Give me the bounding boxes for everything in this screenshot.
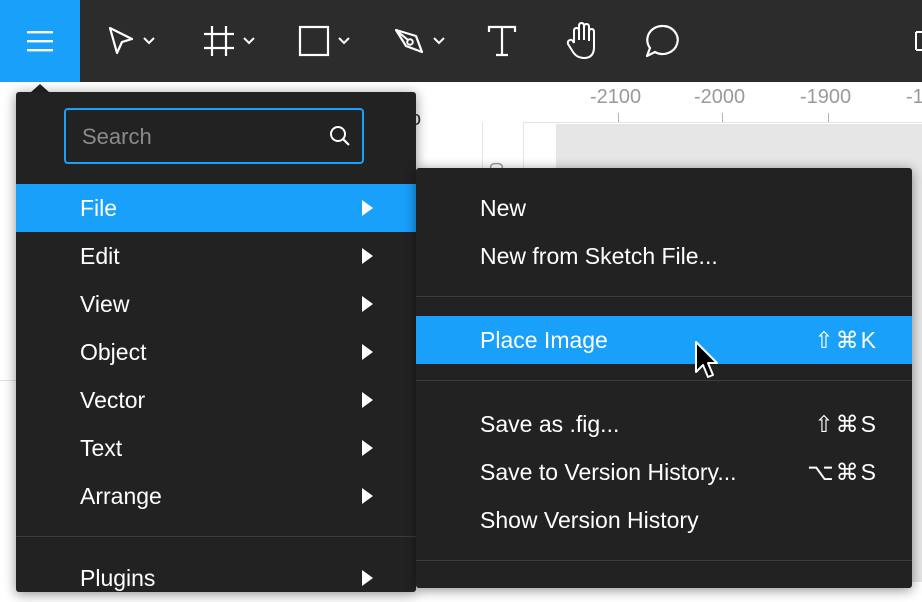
submenu-arrow-icon [362, 296, 373, 312]
keyboard-shortcut: ⌥⌘S [807, 458, 878, 485]
ruler-tick-label: -2000 [694, 86, 746, 108]
menu-search-box[interactable] [64, 108, 364, 164]
mouse-cursor-icon [695, 341, 718, 378]
hamburger-icon [27, 31, 53, 52]
submenu-arrow-icon [362, 570, 373, 586]
comment-tool[interactable] [644, 0, 682, 82]
menu-item-vector[interactable]: Vector [16, 376, 416, 424]
submenu-arrow-icon [362, 488, 373, 504]
menu-item-plugins[interactable]: Plugins [16, 554, 416, 602]
menu-item-label: View [80, 290, 130, 317]
menu-item-arrange[interactable]: Arrange [16, 472, 416, 520]
chevron-down-icon [433, 37, 445, 45]
menu-item-label: File [80, 194, 118, 221]
menu-item-label: Text [80, 434, 123, 461]
ruler-tick-mark [618, 113, 619, 122]
ruler-tick-mark [828, 113, 829, 122]
pen-tool[interactable] [392, 0, 446, 82]
submenu-item-place-image[interactable]: Place Image ⇧⌘K [416, 316, 912, 364]
submenu-arrow-icon [362, 248, 373, 264]
chevron-down-icon [243, 37, 255, 45]
keyboard-shortcut: ⇧⌘S [814, 410, 878, 437]
menu-item-view[interactable]: View [16, 280, 416, 328]
menu-item-object[interactable]: Object [16, 328, 416, 376]
submenu-item-save-as-fig[interactable]: Save as .fig... ⇧⌘S [416, 400, 912, 448]
frame-icon [204, 26, 234, 56]
submenu-item-label: Place Image [480, 326, 608, 353]
menu-item-label: Edit [80, 242, 120, 269]
rectangle-icon [298, 25, 330, 57]
file-submenu: New New from Sketch File... Place Image … [416, 168, 912, 588]
submenu-item-new[interactable]: New [416, 184, 912, 232]
search-input[interactable] [80, 110, 324, 164]
submenu-arrow-icon [362, 440, 373, 456]
submenu-arrow-icon [362, 392, 373, 408]
pointer-icon [108, 26, 134, 55]
horizontal-ruler: -2100 -2000 -1900 -1 [482, 82, 922, 123]
chevron-down-icon [338, 37, 350, 45]
menu-item-label: Vector [80, 386, 146, 413]
search-icon [330, 126, 350, 146]
comment-icon [645, 24, 679, 58]
submenu-item-label: New [480, 194, 527, 221]
toolbar-more-icon[interactable] [912, 0, 922, 82]
submenu-item-label: New from Sketch File... [480, 242, 718, 269]
frame-tool[interactable] [202, 0, 256, 82]
ruler-tick-label: -1900 [800, 86, 852, 108]
menu-item-text[interactable]: Text [16, 424, 416, 472]
submenu-arrow-icon [362, 344, 373, 360]
text-icon [487, 25, 517, 57]
toolbar [0, 0, 922, 82]
submenu-item-label: Save to Version History... [480, 458, 737, 485]
pen-icon [394, 28, 424, 54]
submenu-item-new-from-sketch[interactable]: New from Sketch File... [416, 232, 912, 280]
menu-item-label: Object [80, 338, 147, 365]
submenu-item-save-to-version-history[interactable]: Save to Version History... ⌥⌘S [416, 448, 912, 496]
menu-item-edit[interactable]: Edit [16, 232, 416, 280]
submenu-arrow-icon [362, 200, 373, 216]
menu-item-label: Plugins [80, 564, 156, 591]
chevron-down-icon [143, 37, 155, 45]
ruler-tick-mark [722, 113, 723, 122]
main-menu: File Edit View Object Vector Text Arrang… [16, 92, 416, 592]
menu-item-label: Arrange [80, 482, 162, 509]
text-tool[interactable] [486, 0, 518, 82]
menu-item-file[interactable]: File [16, 184, 416, 232]
ruler-tick-label: -2100 [590, 86, 642, 108]
hand-icon [566, 22, 595, 59]
main-menu-button[interactable] [0, 0, 80, 82]
submenu-item-show-version-history[interactable]: Show Version History [416, 496, 912, 544]
hand-tool[interactable] [564, 0, 602, 82]
menu-separator [16, 536, 416, 537]
menu-separator [416, 380, 912, 381]
move-tool[interactable] [106, 0, 156, 82]
menu-separator [416, 560, 912, 561]
menu-separator [416, 296, 912, 297]
shape-tool[interactable] [297, 0, 351, 82]
submenu-item-label: Show Version History [480, 506, 699, 533]
submenu-item-label: Save as .fig... [480, 410, 620, 437]
ruler-tick-label: -1 [906, 86, 922, 108]
keyboard-shortcut: ⇧⌘K [814, 326, 878, 353]
